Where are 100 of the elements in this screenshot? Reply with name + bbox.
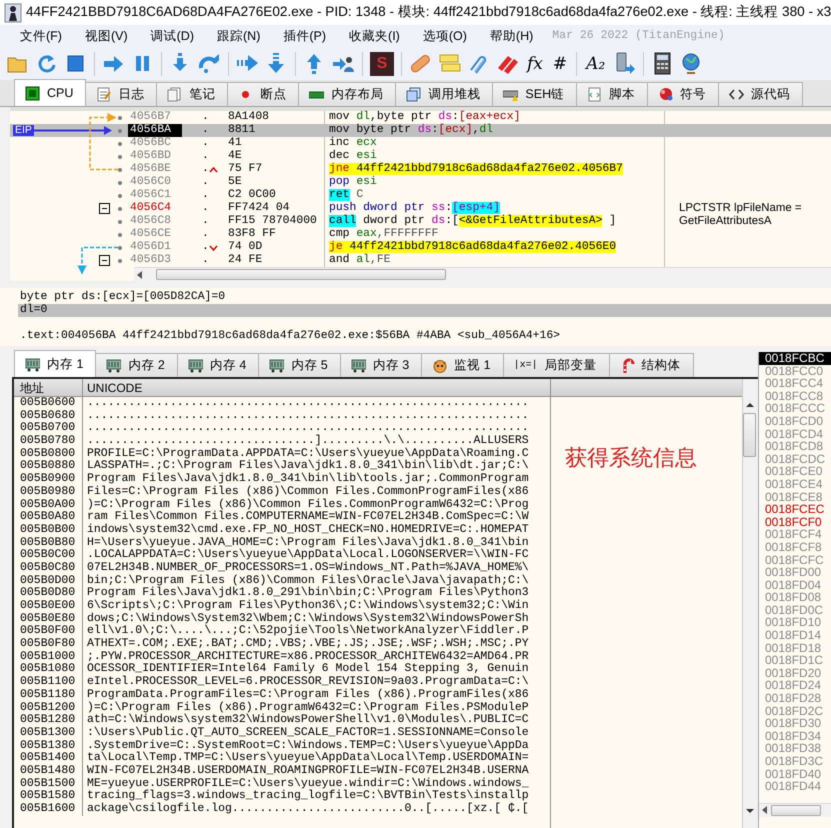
tab[interactable]: 内存 1: [14, 350, 96, 377]
menu-item[interactable]: 文件(F): [8, 26, 73, 46]
tab[interactable]: 监视 1: [421, 353, 504, 377]
menu-item[interactable]: 调试(D): [138, 26, 205, 46]
tab[interactable]: 日志: [85, 82, 158, 106]
vertical-scrollbar[interactable]: [742, 379, 758, 828]
address-cell-text: 005B0980: [19, 486, 76, 498]
unicode-cell: Files=C:\Program Files (x86)\Common Files.CommonProgramFiles(x86: [82, 486, 548, 498]
tab[interactable]: 调用堆栈: [395, 82, 494, 106]
breakpoint-dot[interactable]: [118, 258, 122, 262]
branch-marker: .: [202, 111, 209, 124]
tab[interactable]: 断点: [227, 82, 300, 106]
tab[interactable]: 脚本: [576, 82, 648, 106]
tab[interactable]: 源代码: [718, 82, 804, 106]
unicode-cell: .................................].........\.\..........ALLUSERS: [82, 435, 548, 448]
branch-marker: .: [202, 228, 209, 241]
tab[interactable]: 内存 4: [176, 353, 260, 377]
breakpoint-dot[interactable]: [118, 246, 122, 250]
bytes-cell-text: 4E: [228, 150, 243, 163]
tab[interactable]: 内存 3: [340, 353, 422, 377]
breakpoint-dot[interactable]: [118, 142, 122, 146]
unicode-cell: .LOCALAPPDATA=C:\Users\yueyue\AppData\Local.LOGONSERVER=\\WIN-FC: [82, 549, 548, 562]
address-cell-text: 005B1380: [19, 740, 76, 752]
address-cell-text: 4056D3: [129, 254, 172, 267]
stack-address: 0018FD00: [764, 566, 822, 579]
breakpoint-dot[interactable]: [118, 220, 122, 224]
unicode-cell: ackage\csilogfile.log.........................0..[.....[xz.[ ₵.[: [82, 803, 548, 816]
address-cell-text: 005B0A80: [19, 511, 76, 524]
breakpoint-dot[interactable]: [118, 128, 122, 132]
address-cell-text: 005B0780: [19, 435, 76, 448]
address-cell-text: 005B1580: [19, 790, 76, 803]
stack-address: 0018FD38: [764, 742, 822, 755]
unicode-cell: dows;C:\Windows\System32\Wbem;C:\Windows\System32\WindowsPowerSh: [82, 612, 548, 626]
branch-marker: .: [202, 176, 209, 189]
stack-address: 0018FCC0: [764, 364, 824, 378]
branch-marker: .: [202, 150, 209, 163]
address-cell-text: 005B1100: [19, 676, 76, 689]
breakpoint-dot[interactable]: [118, 168, 122, 172]
stack-address: 0018FD2C: [764, 704, 824, 718]
tab[interactable]: 结构体: [608, 353, 694, 377]
tab[interactable]: SEH链: [492, 82, 578, 106]
tab[interactable]: |x=| 局部变量: [502, 353, 610, 377]
address-cell-text: 005B0F80: [19, 638, 76, 651]
unicode-cell: ................................................................: [82, 410, 548, 422]
address-cell-text: 4056C0: [129, 176, 172, 189]
code-icon: [729, 87, 744, 102]
tab[interactable]: 内存布局: [298, 82, 396, 106]
collapse-icon[interactable]: [99, 203, 110, 214]
breakpoint-dot[interactable]: [118, 116, 122, 120]
ball-icon: [658, 87, 674, 102]
stack-address: 0018FCD0: [764, 414, 824, 428]
menu-item[interactable]: 帮助(H): [478, 26, 544, 46]
comment: GetFileAttributesA: [679, 215, 772, 227]
tab[interactable]: 内存 2: [95, 353, 178, 377]
stack-address: 0018FD1C: [764, 654, 824, 667]
column-header: UNICODE: [82, 378, 548, 396]
breakpoint-dot[interactable]: [118, 232, 122, 236]
breakpoint-dot[interactable]: [118, 154, 122, 158]
menu-item[interactable]: 跟踪(N): [205, 26, 272, 46]
instruction: mov byte ptr ds:[ecx],dl: [324, 124, 664, 137]
menu-item[interactable]: 收藏夹(I): [337, 26, 411, 46]
unicode-cell: eIntel.PROCESSOR_LEVEL=6.PROCESSOR_REVISION=9a03.ProgramData=C:\: [82, 676, 548, 689]
menu-item[interactable]: 视图(V): [72, 26, 139, 46]
branch-marker: .: [202, 137, 209, 150]
collapse-icon[interactable]: [99, 255, 110, 266]
unicode-cell: ram Files\Common Files.COMPUTERNAME=WIN-FC07EL2H34B.ComSpec=C:\W: [82, 511, 548, 524]
stack-address: 0018FCF0: [764, 516, 823, 528]
unicode-cell: tracing_flags=3.windows_tracing_logfile=C:\BVTBin\Tests\installp: [82, 790, 548, 803]
breakpoint-dot[interactable]: [118, 206, 122, 210]
scrollbar-thumb[interactable]: [743, 413, 756, 457]
scrollbar-thumb[interactable]: [156, 269, 446, 280]
address-cell-text: 005B0A00: [19, 498, 76, 511]
unicode-cell: .SystemDrive=C:.SystemRoot=C:\Windows.TEMP=C:\Users\yueyue\AppDa: [82, 740, 548, 752]
curved-arrow-icon[interactable]: [198, 52, 221, 75]
stack-address: 0018FD0C: [764, 604, 824, 616]
notepad-icon: [96, 87, 112, 102]
stack-address: 0018FD24: [764, 679, 822, 692]
toolbar-button[interactable]: A₂: [584, 52, 608, 74]
stack-address: 0018FCC8: [764, 390, 824, 402]
tab[interactable]: 符号: [647, 82, 720, 106]
tab[interactable]: CPU: [14, 79, 86, 106]
breakpoint-dot[interactable]: [118, 180, 122, 184]
address-cell-text: 4056BC: [129, 137, 172, 150]
breakpoint-dot[interactable]: [118, 194, 122, 198]
menu-item[interactable]: 插件(P): [271, 26, 338, 46]
info-line: byte ptr ds:[ecx]=[005D82CA]=0: [19, 291, 226, 304]
scrollbar-thumb[interactable]: [771, 804, 821, 816]
unicode-cell: 6\Scripts\;C:\Program Files\Python36\;C:\Windows\system32;C:\Win: [82, 600, 548, 613]
stack-address: 0018FD18: [764, 642, 822, 654]
squares-icon: [406, 87, 422, 102]
address-cell-text: 005B0900: [19, 473, 76, 486]
toolbar-button[interactable]: #: [550, 52, 570, 74]
tab[interactable]: 内存 5: [258, 353, 341, 377]
horizontal-scrollbar[interactable]: [759, 802, 831, 817]
horizontal-scrollbar[interactable]: [134, 267, 831, 281]
address-cell-text: 005B0D00: [19, 574, 76, 587]
jump-arrow: [89, 113, 118, 170]
toolbar-button[interactable]: fx: [525, 52, 545, 74]
menu-item[interactable]: 选项(O): [410, 26, 478, 46]
tab[interactable]: 笔记: [156, 82, 228, 106]
